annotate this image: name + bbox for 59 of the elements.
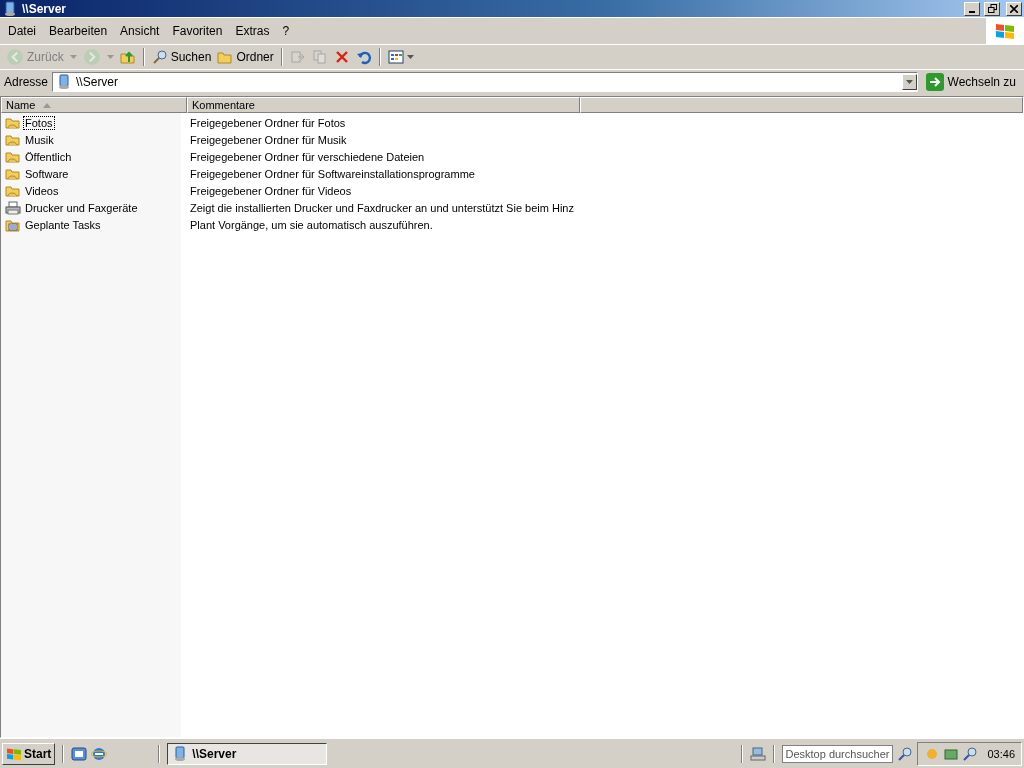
window-title: \\Server (22, 1, 68, 16)
file-name[interactable]: Musik (23, 132, 56, 147)
undo-icon (355, 49, 372, 65)
address-field[interactable]: \\Server (52, 72, 918, 92)
folder-icon (217, 49, 234, 65)
folder-up-icon (119, 49, 136, 65)
menu-item[interactable]: Extras (230, 24, 275, 38)
file-name[interactable]: Öffentlich (23, 149, 74, 164)
copy-to-icon (311, 49, 328, 65)
browser-icon[interactable] (91, 745, 108, 762)
file-name[interactable]: Fotos (23, 115, 55, 130)
file-name[interactable]: Videos (23, 183, 61, 198)
menu-item[interactable]: Ansicht (115, 24, 165, 38)
search-field[interactable]: Desktop durchsucher (782, 744, 894, 763)
search-icon (151, 49, 168, 65)
search-icon[interactable] (962, 745, 979, 762)
restore-icon (987, 4, 997, 13)
file-name[interactable]: Software (23, 166, 71, 181)
go-button[interactable]: Wechseln zu (921, 73, 1020, 91)
comment-text: Freigegebener Ordner für Softwareinstallationsprogramme (189, 167, 475, 180)
address-label: Adresse (4, 75, 49, 89)
menu-item[interactable]: Favoriten (167, 24, 228, 38)
menu-item[interactable]: ? (277, 24, 295, 38)
views-icon (387, 49, 404, 65)
caret-icon[interactable] (905, 80, 913, 84)
show-desktop-icon[interactable] (71, 745, 88, 762)
search-icon[interactable] (897, 745, 914, 762)
menu-item[interactable]: Bearbeiten (44, 24, 113, 38)
folder-button[interactable]: Ordner (215, 46, 276, 68)
comment-text: Zeigt die installierten Drucker und Faxdrucker an und unterstützt Sie beim Hinz (189, 201, 574, 214)
move-to-icon (289, 49, 306, 65)
caret-icon[interactable] (406, 55, 414, 59)
start-button[interactable]: Start (2, 742, 56, 765)
comment-text: Freigegebener Ordner für Videos (189, 184, 352, 197)
comment-text: Plant Vorgänge, um sie automatisch auszuführen. (189, 218, 433, 231)
close-icon (1010, 4, 1018, 13)
column-header[interactable]: Name (1, 97, 187, 113)
file-name[interactable]: Geplante Tasks (23, 217, 103, 232)
restore-button[interactable] (984, 1, 1000, 16)
delete-icon (333, 49, 350, 65)
close-button[interactable] (1006, 1, 1022, 16)
file-name[interactable]: Drucker und Faxgeräte (23, 200, 140, 215)
column-header[interactable]: Kommentare (187, 97, 580, 113)
window-icon (2, 0, 18, 17)
comment-text: Freigegebener Ordner für Fotos (189, 116, 346, 129)
printer-icon (5, 199, 21, 216)
windows-flag-icon (6, 746, 22, 761)
network-tray-icon[interactable] (750, 745, 767, 762)
address-dropdown-button[interactable] (901, 74, 917, 90)
menu-item[interactable]: Datei (3, 24, 41, 38)
minimize-icon (969, 10, 975, 13)
address-value: \\Server (76, 75, 119, 89)
windows-flag-icon (995, 22, 1015, 40)
minimize-button[interactable] (964, 1, 980, 16)
comment-text: Freigegebener Ordner für Musik (189, 133, 347, 146)
search-button[interactable]: Suchen (149, 46, 214, 68)
comment-text: Freigegebener Ordner für verschiedene Dateien (189, 150, 425, 163)
clock: 03:46 (987, 747, 1015, 760)
taskbar-button[interactable]: \\Server (167, 742, 328, 765)
